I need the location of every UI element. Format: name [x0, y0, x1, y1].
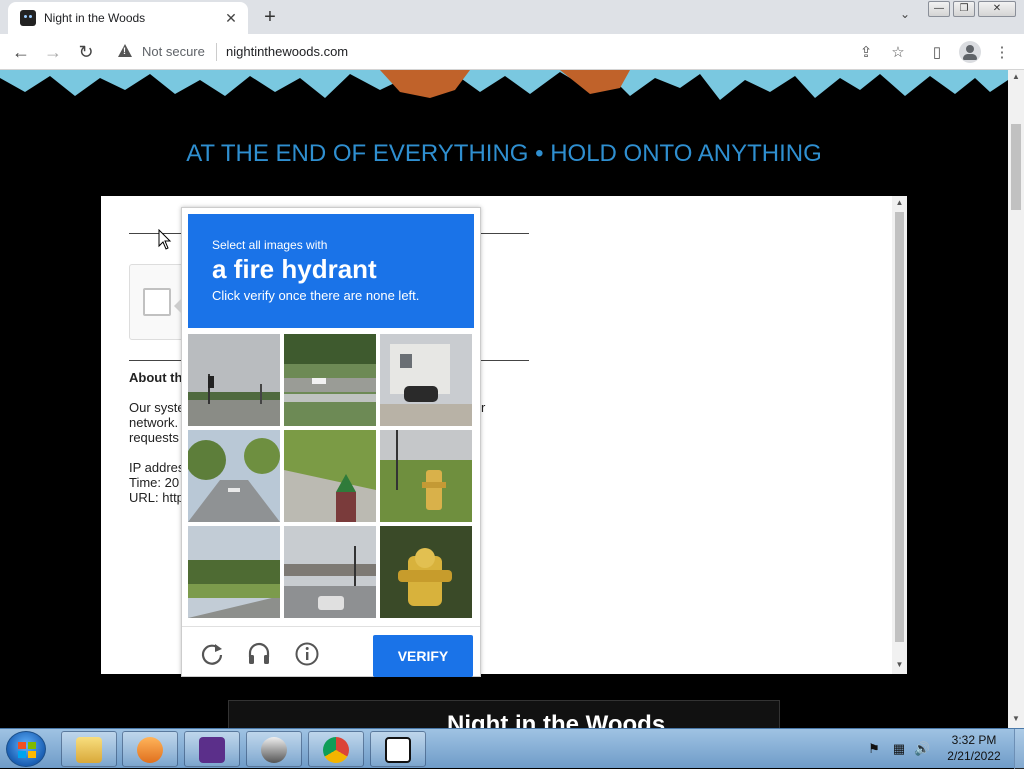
reload-icon[interactable]	[199, 641, 225, 667]
minimize-button[interactable]: —	[928, 1, 950, 17]
frame-scrollbar[interactable]: ▲ ▼	[892, 196, 907, 674]
recaptcha-challenge: Select all images with a fire hydrant Cl…	[174, 207, 481, 678]
header-forest-art	[0, 70, 1008, 106]
media-player-app[interactable]	[122, 731, 178, 767]
browser-toolbar: ← → ↻ Not secure nightinthewoods.com ⇪ ☆…	[0, 34, 1024, 70]
anonymous-app[interactable]	[246, 731, 302, 767]
maximize-button[interactable]: ❐	[953, 1, 975, 17]
frame-scroll-down-icon[interactable]: ▼	[892, 658, 907, 672]
tile-green-hydrant[interactable]	[284, 430, 376, 522]
tile-intersection-train[interactable]	[284, 526, 376, 618]
night-in-the-woods-app[interactable]	[184, 731, 240, 767]
windows-taskbar: ⚑ ▦ 🔊 3:32 PM 2/21/2022	[0, 728, 1024, 769]
warning-icon[interactable]	[118, 44, 132, 57]
page-scrollbar[interactable]: ▲ ▼	[1008, 70, 1024, 728]
volume-icon[interactable]: 🔊	[914, 741, 930, 757]
share-icon[interactable]: ⇪	[856, 43, 876, 63]
page-scroll-thumb[interactable]	[1011, 124, 1021, 210]
frame-scroll-up-icon[interactable]: ▲	[892, 196, 907, 210]
image-grid	[188, 334, 474, 620]
verify-button[interactable]: VERIFY	[373, 635, 473, 677]
tile-house-parked-car[interactable]	[380, 334, 472, 426]
show-desktop-button[interactable]	[1014, 729, 1024, 769]
challenge-header: Select all images with a fire hydrant Cl…	[188, 214, 474, 328]
start-button[interactable]	[6, 731, 46, 767]
anonymous-mask-icon	[261, 737, 287, 763]
folder-icon	[76, 737, 102, 763]
tab-close-icon[interactable]: ✕	[222, 9, 240, 27]
info-fragment-right: r	[481, 400, 486, 415]
chrome-icon	[323, 737, 349, 763]
clock-time[interactable]: 3:32 PM	[938, 733, 1010, 747]
challenge-footer: VERIFY	[182, 626, 480, 678]
info-ip-address: IP addres	[129, 460, 185, 475]
tab-strip: Night in the Woods ✕ + ⌄ — ❐ ✕	[0, 0, 1024, 34]
tab-night-in-the-woods[interactable]: Night in the Woods ✕	[8, 2, 248, 34]
frame-scroll-thumb[interactable]	[895, 212, 904, 642]
tile-yellow-hydrant-closeup[interactable]	[380, 526, 472, 618]
network-icon[interactable]: ▦	[891, 741, 907, 757]
clock-date[interactable]: 2/21/2022	[938, 749, 1010, 763]
tile-street-trees[interactable]	[188, 430, 280, 522]
action-center-flag-icon[interactable]: ⚑	[866, 741, 882, 757]
site-tagline: AT THE END OF EVERYTHING • HOLD ONTO ANY…	[186, 140, 822, 167]
tab-title: Night in the Woods	[44, 11, 146, 25]
security-label[interactable]: Not secure	[142, 44, 205, 59]
favicon-icon	[20, 10, 36, 26]
info-line-1: Our syste	[129, 400, 185, 415]
about-heading: About th	[129, 370, 183, 385]
address-bar[interactable]: Not secure nightinthewoods.com	[108, 38, 920, 66]
chrome-app[interactable]	[308, 731, 364, 767]
info-time: Time: 20	[129, 475, 180, 490]
instruction-sub: Click verify once there are none left.	[212, 288, 420, 303]
instruction-small: Select all images with	[212, 238, 328, 252]
tile-highway-car[interactable]	[284, 334, 376, 426]
url-text[interactable]: nightinthewoods.com	[226, 44, 348, 59]
omnibox-divider	[216, 43, 217, 61]
explorer-app[interactable]	[61, 731, 117, 767]
close-window-button[interactable]: ✕	[978, 1, 1016, 17]
page-viewport: AT THE END OF EVERYTHING • HOLD ONTO ANY…	[0, 70, 1008, 728]
info-icon[interactable]	[294, 641, 320, 667]
media-player-icon	[137, 737, 163, 763]
tile-road-traffic-light[interactable]	[188, 334, 280, 426]
7zip-app[interactable]	[370, 731, 426, 767]
tile-road-field[interactable]	[188, 526, 280, 618]
info-line-3: requests	[129, 430, 179, 445]
reload-button[interactable]: ↻	[75, 41, 97, 63]
page-scroll-down-icon[interactable]: ▼	[1008, 712, 1024, 726]
promo-card: Night in the Woods	[228, 700, 780, 728]
mouse-cursor-icon	[158, 229, 172, 250]
side-panel-icon[interactable]: ▯	[927, 43, 947, 63]
info-line-2: network.	[129, 415, 179, 430]
recaptcha-checkbox[interactable]	[143, 288, 171, 316]
forward-button[interactable]: →	[42, 41, 64, 63]
menu-kebab-icon[interactable]: ⋮	[992, 43, 1012, 63]
challenge-pointer	[174, 298, 182, 314]
7zip-icon	[385, 737, 411, 763]
tab-search-chevron-icon[interactable]: ⌄	[894, 7, 916, 27]
new-tab-button[interactable]: +	[258, 6, 282, 28]
bookmark-star-icon[interactable]: ☆	[888, 43, 908, 63]
back-button[interactable]: ←	[10, 41, 32, 63]
promo-card-title: Night in the Woods	[447, 711, 666, 728]
night-in-the-woods-icon	[199, 737, 225, 763]
page-scroll-up-icon[interactable]: ▲	[1008, 70, 1024, 84]
tile-yellow-hydrant[interactable]	[380, 430, 472, 522]
info-url: URL: http	[129, 490, 184, 505]
instruction-target: a fire hydrant	[212, 254, 377, 284]
audio-icon[interactable]	[246, 641, 272, 667]
profile-avatar[interactable]	[959, 41, 981, 63]
